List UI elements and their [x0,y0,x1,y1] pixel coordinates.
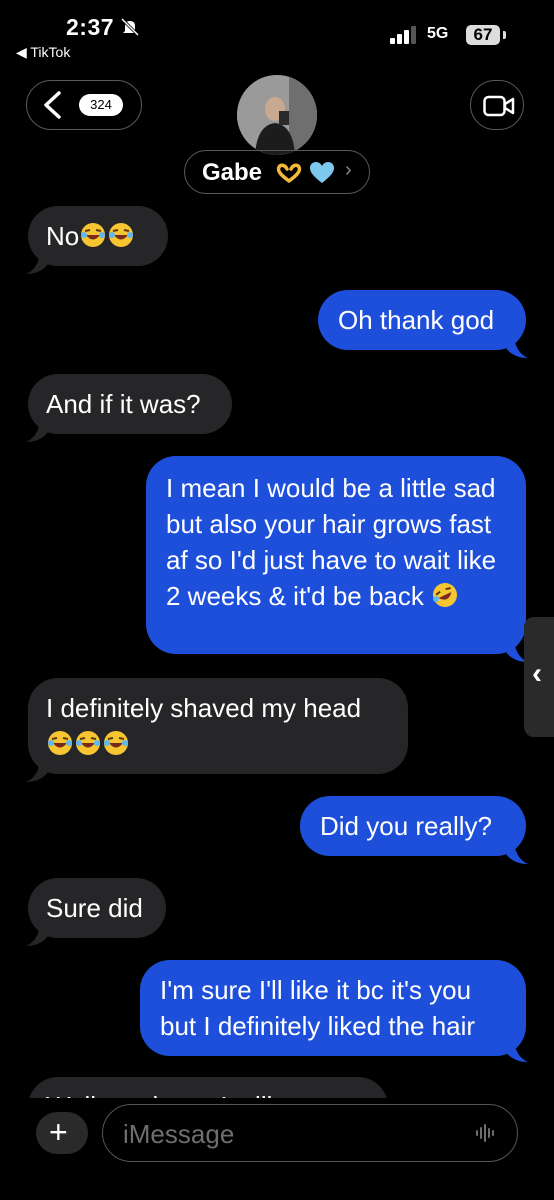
back-chevron-icon [44,91,61,119]
heart-hands-emoji [276,163,302,183]
facetime-video-button[interactable] [470,80,524,130]
message-text: No [46,221,80,251]
rofl-emoji [433,583,458,607]
message-text: I'm sure I'll like it bc it's you but I … [160,975,476,1041]
status-bar: 2:37 ◀ TikTok 5G 67 [0,0,554,70]
contact-name: Gabe [202,159,263,186]
bubble-tail [502,838,528,864]
laughing-emoji [48,731,72,755]
message-bubble-outgoing[interactable]: Did you really? [300,796,526,856]
message-text: Sure did [46,893,143,923]
laughing-emoji [104,731,128,755]
chevron-left-icon: ‹ [532,657,542,690]
message-text: Did you really? [320,811,492,841]
plus-icon: + [49,1114,68,1150]
bubble-tail [502,1036,528,1062]
avatar-photo [237,75,317,155]
chevron-right-icon: › [345,159,352,181]
contact-name-button[interactable]: Gabe › [184,150,370,194]
back-button[interactable]: 324 [26,80,142,130]
bubble-tail [26,756,52,782]
compose-bar: + [0,1098,554,1200]
back-to-app-link[interactable]: ◀ TikTok [16,44,70,61]
bell-off-icon [120,17,140,37]
blue-heart-emoji [310,162,334,183]
battery-tip [503,31,506,39]
message-bubble-incoming[interactable]: And if it was? [28,374,232,434]
audio-waveform-icon[interactable] [475,1122,497,1144]
bubble-tail [26,920,52,946]
message-bubble-outgoing[interactable]: I'm sure I'll like it bc it's you but I … [140,960,526,1056]
bubble-tail [26,248,52,274]
message-bubble-outgoing[interactable]: I mean I would be a little sad but also … [146,456,526,654]
video-call-icon [483,95,515,117]
network-type: 5G [427,25,449,42]
message-bubble-incoming[interactable]: I definitely shaved my head [28,678,408,774]
bubble-tail [502,332,528,358]
contact-avatar[interactable] [237,75,317,155]
signal-icon [390,26,416,44]
bubble-tail [26,416,52,442]
unread-count-badge: 324 [79,94,123,116]
laughing-emoji [76,731,100,755]
battery-icon: 67 [466,25,500,45]
message-text: Oh thank god [338,305,495,335]
message-text: I definitely shaved my head [46,693,362,723]
clock: 2:37 [66,14,115,40]
side-panel-handle[interactable]: ‹ [524,617,554,737]
laughing-emoji [81,223,106,247]
message-bubble-outgoing[interactable]: Oh thank god [318,290,526,350]
message-input[interactable] [121,1117,455,1151]
laughing-emoji [109,223,134,247]
message-text: And if it was? [46,389,201,419]
imessage-field[interactable] [102,1104,518,1162]
apps-plus-button[interactable]: + [36,1112,88,1154]
